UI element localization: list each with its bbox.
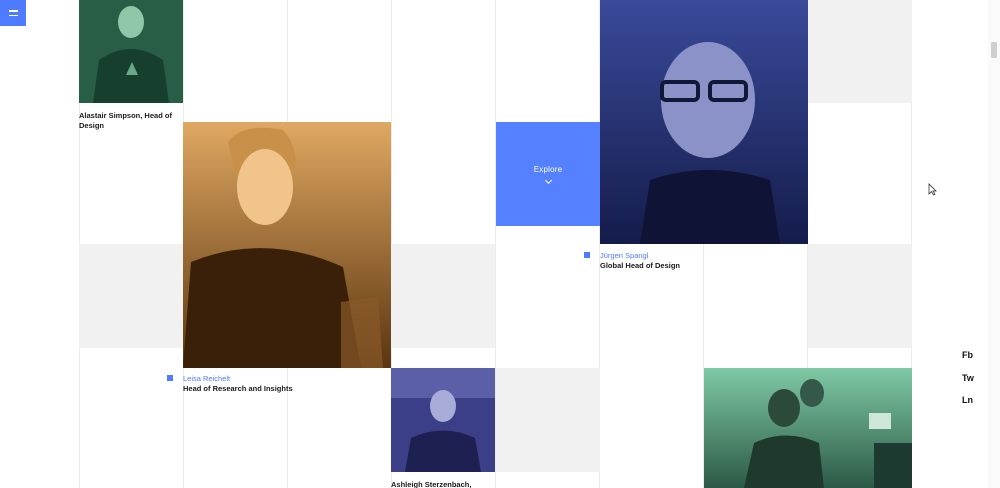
scrollbar[interactable] — [988, 0, 1000, 488]
team-photo[interactable] — [704, 368, 912, 488]
grid-cell — [808, 244, 912, 348]
facebook-link[interactable]: Fb — [962, 350, 973, 360]
caption-marker — [167, 375, 173, 381]
explore-button[interactable]: Explore — [496, 122, 600, 226]
person-photo-ashleigh[interactable] — [391, 368, 495, 472]
grid-cell — [391, 244, 495, 348]
person-name[interactable]: Leisa Reichelt — [183, 374, 383, 384]
hamburger-icon — [8, 10, 18, 12]
grid-cell — [808, 0, 912, 103]
grid-cell — [496, 368, 600, 472]
person-role: Global Head of Design — [600, 261, 681, 270]
scrollbar-thumb[interactable] — [991, 42, 997, 58]
person-name: Ashleigh Sterzenbach, — [391, 480, 472, 488]
person-role: Head of Research and Insights — [183, 384, 293, 393]
caption-leisa: Leisa Reichelt Head of Research and Insi… — [183, 374, 383, 394]
caption-jurgen: Jürgen Spangl Global Head of Design — [600, 251, 760, 271]
person-name[interactable]: Jürgen Spangl — [600, 251, 760, 261]
caption-alastair: Alastair Simpson, Head of Design — [79, 111, 179, 131]
person-photo-leisa[interactable] — [183, 122, 391, 368]
grid-cell — [79, 244, 183, 348]
caption-ashleigh: Ashleigh Sterzenbach, — [391, 480, 495, 488]
person-photo-alastair[interactable] — [79, 0, 183, 103]
chevron-down-icon — [544, 176, 552, 185]
menu-button[interactable] — [0, 0, 26, 26]
person-photo-jurgen[interactable] — [600, 0, 808, 244]
mouse-cursor-icon — [928, 183, 937, 196]
explore-label: Explore — [533, 165, 563, 174]
caption-marker — [584, 252, 590, 258]
linkedin-link[interactable]: Ln — [962, 395, 973, 405]
person-name: Alastair Simpson, Head of Design — [79, 111, 172, 130]
twitter-link[interactable]: Tw — [962, 373, 974, 383]
hamburger-icon-bar — [8, 14, 18, 16]
